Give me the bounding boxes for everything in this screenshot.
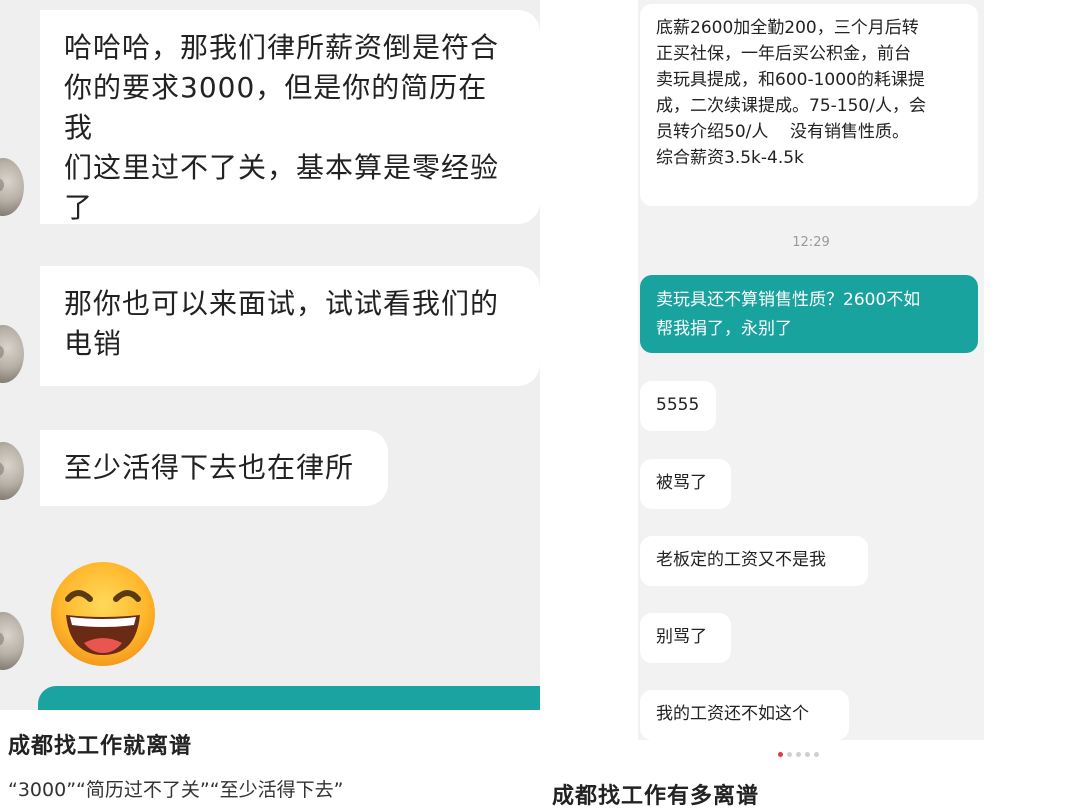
message-bubble-received: 5555	[640, 381, 716, 431]
carousel-dot-active[interactable]	[778, 752, 783, 757]
contact-avatar[interactable]	[0, 325, 24, 383]
message-bubble-received: 被骂了	[640, 459, 731, 509]
message-bubble-received: 哈哈哈，那我们律所薪资倒是符合 你的要求3000，但是你的简历在我 们这里过不了…	[40, 10, 540, 224]
contact-avatar[interactable]	[0, 612, 24, 670]
message-timestamp: 12:29	[792, 235, 830, 250]
message-bubble-received: 别骂了	[640, 613, 731, 663]
contact-avatar[interactable]	[0, 442, 24, 500]
message-bubble-sent-partial	[38, 686, 540, 712]
carousel-dot[interactable]	[805, 752, 810, 757]
grinning-face-emoji-icon	[51, 562, 155, 666]
caption-title: 成都找工作有多离谱	[552, 784, 760, 809]
right-chat-screenshot: 底薪2600加全勤200，三个月后转 正买社保，一年后买公积金，前台 卖玩具提成…	[638, 0, 984, 740]
caption-title: 成都找工作就离谱	[8, 734, 193, 759]
message-bubble-received: 那你也可以来面试，试试看我们的 电销	[40, 266, 540, 386]
carousel-dot[interactable]	[787, 752, 792, 757]
message-bubble-received: 底薪2600加全勤200，三个月后转 正买社保，一年后买公积金，前台 卖玩具提成…	[640, 4, 978, 206]
carousel-indicator[interactable]	[778, 752, 819, 757]
contact-avatar[interactable]	[0, 158, 24, 216]
message-bubble-received: 我的工资还不如这个	[640, 690, 849, 740]
carousel-dot[interactable]	[796, 752, 801, 757]
message-bubble-received: 老板定的工资又不是我	[640, 536, 868, 586]
caption-subtitle: “3000”“简历过不了关”“至少活得下去”	[8, 779, 344, 801]
message-bubble-sent: 卖玩具还不算销售性质？2600不如 帮我捐了，永别了	[640, 275, 978, 353]
left-chat-screenshot: 哈哈哈，那我们律所薪资倒是符合 你的要求3000，但是你的简历在我 们这里过不了…	[0, 0, 540, 712]
carousel-dot[interactable]	[814, 752, 819, 757]
message-bubble-received: 至少活得下去也在律所	[40, 430, 388, 506]
